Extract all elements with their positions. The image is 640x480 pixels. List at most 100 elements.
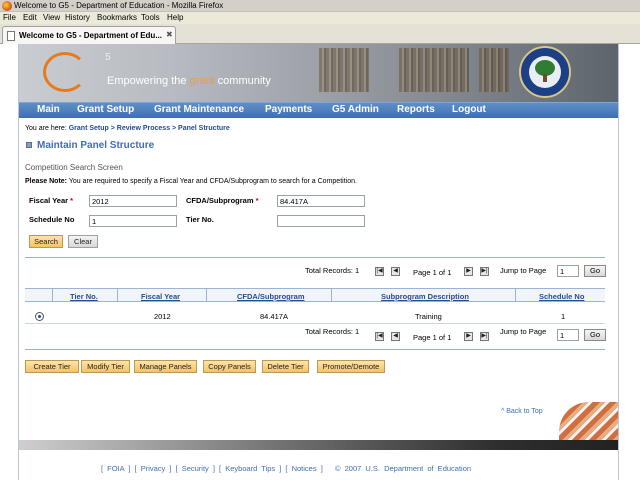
prev-page-icon[interactable]: ◀ bbox=[391, 267, 400, 276]
tab-bar: Welcome to G5 - Department of Edu... ✖ bbox=[0, 24, 640, 44]
breadcrumb-path[interactable]: Grant Setup > Review Process > Panel Str… bbox=[69, 125, 230, 132]
footer-security-link[interactable]: Security bbox=[182, 464, 209, 473]
footer-band bbox=[19, 440, 618, 450]
create-tier-button[interactable]: Create Tier bbox=[25, 360, 79, 373]
total-records-bottom: Total Records: 1 bbox=[305, 327, 360, 336]
menu-edit[interactable]: Edit bbox=[23, 13, 37, 22]
department-seal-icon bbox=[519, 46, 571, 98]
menu-file[interactable]: File bbox=[3, 13, 16, 22]
menu-history[interactable]: History bbox=[65, 13, 90, 22]
cell-description: Training bbox=[415, 312, 442, 321]
browser-tab[interactable]: Welcome to G5 - Department of Edu... ✖ bbox=[2, 26, 176, 44]
cell-schedule-no: 1 bbox=[561, 312, 566, 321]
first-page-icon[interactable]: |◀ bbox=[375, 267, 384, 276]
breadcrumb: You are here: Grant Setup > Review Proce… bbox=[25, 125, 230, 132]
window-titlebar: Welcome to G5 - Department of Education … bbox=[0, 0, 640, 12]
col-fiscal-year[interactable]: Fiscal Year bbox=[141, 292, 180, 301]
clear-button[interactable]: Clear bbox=[68, 235, 98, 248]
delete-tier-button[interactable]: Delete Tier bbox=[262, 360, 309, 373]
page-content: 5 Empowering the grant community Main Gr… bbox=[18, 44, 619, 480]
g5-logo bbox=[43, 52, 87, 92]
nav-g5-admin[interactable]: G5 Admin bbox=[332, 104, 379, 115]
nav-grant-setup[interactable]: Grant Setup bbox=[77, 104, 134, 115]
nav-logout[interactable]: Logout bbox=[452, 104, 486, 115]
schedule-no-input[interactable] bbox=[89, 215, 177, 227]
column-separator bbox=[331, 288, 332, 302]
nav-grant-maintenance[interactable]: Grant Maintenance bbox=[154, 104, 244, 115]
footer-notices-link[interactable]: Notices bbox=[292, 464, 317, 473]
footer-links: [ FOIA ] [ Privacy ] [ Security ] [ Keyb… bbox=[101, 464, 472, 473]
firefox-icon bbox=[2, 1, 12, 11]
jump-page-input-bottom[interactable] bbox=[557, 329, 579, 341]
col-cfda[interactable]: CFDA/Subprogram bbox=[237, 292, 305, 301]
schedule-no-label: Schedule No bbox=[29, 215, 75, 224]
column-separator bbox=[206, 288, 207, 302]
tab-close-icon[interactable]: ✖ bbox=[166, 30, 173, 39]
row-select-radio[interactable] bbox=[35, 312, 44, 321]
jump-to-page-label-bottom: Jump to Page bbox=[500, 327, 547, 336]
tier-no-input[interactable] bbox=[277, 215, 365, 227]
footer-foia-link[interactable]: FOIA bbox=[107, 464, 124, 473]
modify-tier-button[interactable]: Modify Tier bbox=[81, 360, 130, 373]
last-page-icon[interactable]: ▶| bbox=[480, 332, 489, 341]
manage-panels-button[interactable]: Manage Panels bbox=[134, 360, 197, 373]
total-records: Total Records: 1 bbox=[305, 266, 360, 275]
nav-main[interactable]: Main bbox=[37, 104, 60, 115]
divider bbox=[25, 257, 605, 258]
go-button-bottom[interactable]: Go bbox=[584, 329, 606, 341]
page-info-bottom: Page 1 of 1 bbox=[413, 333, 452, 342]
site-tagline: Empowering the grant community bbox=[107, 75, 271, 87]
cell-cfda: 84.417A bbox=[260, 312, 288, 321]
window-title: Welcome to G5 - Department of Education … bbox=[14, 1, 224, 10]
page-icon bbox=[7, 31, 15, 41]
menu-bookmarks[interactable]: Bookmarks bbox=[97, 13, 137, 22]
menu-view[interactable]: View bbox=[43, 13, 60, 22]
footer-privacy-link[interactable]: Privacy bbox=[141, 464, 166, 473]
next-page-icon[interactable]: ▶ bbox=[464, 267, 473, 276]
back-to-top-link[interactable]: ^ Back to Top bbox=[501, 408, 543, 415]
menu-tools[interactable]: Tools bbox=[141, 13, 160, 22]
first-page-icon[interactable]: |◀ bbox=[375, 332, 384, 341]
main-nav: Main Grant Setup Grant Maintenance Payme… bbox=[19, 102, 618, 118]
col-tier-no[interactable]: Tier No. bbox=[70, 292, 98, 301]
prev-page-icon[interactable]: ◀ bbox=[391, 332, 400, 341]
page-title-icon bbox=[26, 142, 32, 148]
col-description[interactable]: Subprogram Description bbox=[381, 292, 469, 301]
screen-subtitle: Competition Search Screen bbox=[25, 163, 123, 172]
jump-page-input[interactable] bbox=[557, 265, 579, 277]
cfda-input[interactable] bbox=[277, 195, 365, 207]
library-shelf-image bbox=[319, 48, 369, 92]
jump-to-page-label: Jump to Page bbox=[500, 266, 547, 275]
fiscal-year-input[interactable] bbox=[89, 195, 177, 207]
decorative-chairs-image bbox=[559, 402, 618, 440]
tier-no-label: Tier No. bbox=[186, 215, 214, 224]
menu-help[interactable]: Help bbox=[167, 13, 183, 22]
search-button[interactable]: Search bbox=[29, 235, 63, 248]
cell-fiscal-year: 2012 bbox=[154, 312, 171, 321]
page-title: Maintain Panel Structure bbox=[37, 140, 155, 151]
copy-panels-button[interactable]: Copy Panels bbox=[203, 360, 256, 373]
footer-keyboard-tips-link[interactable]: Keyboard Tips bbox=[225, 464, 275, 473]
column-separator bbox=[515, 288, 516, 302]
last-page-icon[interactable]: ▶| bbox=[480, 267, 489, 276]
menu-bar: File Edit View History Bookmarks Tools H… bbox=[0, 12, 640, 24]
promote-demote-button[interactable]: Promote/Demote bbox=[317, 360, 385, 373]
nav-reports[interactable]: Reports bbox=[397, 104, 435, 115]
cfda-label: CFDA/Subprogram * bbox=[186, 196, 259, 205]
divider bbox=[25, 349, 605, 350]
row-divider bbox=[25, 323, 605, 324]
col-schedule-no[interactable]: Schedule No bbox=[539, 292, 584, 301]
column-separator bbox=[52, 288, 53, 302]
column-separator bbox=[117, 288, 118, 302]
search-note: Please Note: You are required to specify… bbox=[25, 178, 357, 185]
fiscal-year-label: Fiscal Year * bbox=[29, 196, 74, 205]
next-page-icon[interactable]: ▶ bbox=[464, 332, 473, 341]
page-info: Page 1 of 1 bbox=[413, 268, 452, 277]
go-button[interactable]: Go bbox=[584, 265, 606, 277]
results-table-header bbox=[25, 288, 605, 302]
footer-copyright: © 2007 U.S. Department of Education bbox=[335, 464, 472, 473]
tab-label: Welcome to G5 - Department of Edu... bbox=[19, 31, 162, 40]
site-banner: 5 Empowering the grant community bbox=[19, 44, 618, 102]
library-shelf-image bbox=[399, 48, 469, 92]
nav-payments[interactable]: Payments bbox=[265, 104, 312, 115]
